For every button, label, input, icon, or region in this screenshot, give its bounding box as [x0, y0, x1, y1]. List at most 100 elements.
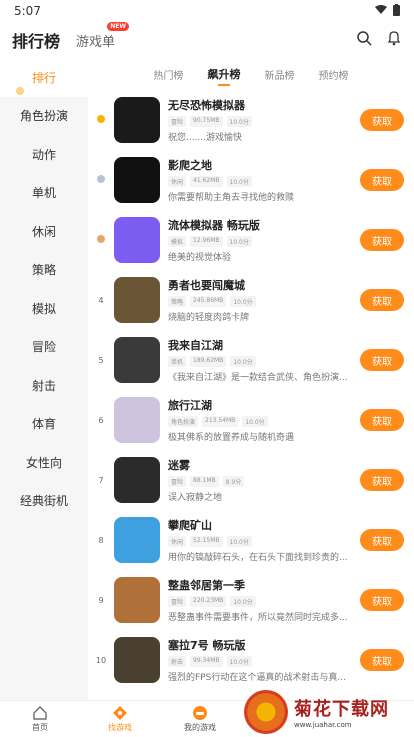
- game-row[interactable]: 4 勇者也要闯魔城 策略 245.86MB 10.0分 烧脑的轻度肉鸽卡牌 获取: [88, 270, 414, 330]
- game-info: 塞拉7号 畅玩版 射击 99.34MB 10.0分 强烈的FPS行动在这个逼真的战术射击…: [168, 637, 352, 683]
- game-row[interactable]: 10 塞拉7号 畅玩版 射击 99.34MB 10.0分 强烈的FPS行动在这个逼真的战术…: [88, 630, 414, 690]
- get-button[interactable]: 获取: [360, 469, 404, 491]
- game-description: 绝美的视觉体验: [168, 253, 232, 263]
- game-icon[interactable]: [114, 397, 160, 443]
- tab-reserve[interactable]: 预约榜: [319, 67, 349, 82]
- game-row[interactable]: 9 整蛊邻居第一季 冒险 220.23MB 10.0分 恶整蛊事件需要事件，所以竟然同时完…: [88, 570, 414, 630]
- get-button[interactable]: 获取: [360, 649, 404, 671]
- sidebar-item-female[interactable]: 女性向: [0, 443, 88, 482]
- header-actions: [356, 30, 402, 50]
- meta-tag: 角色扮演: [168, 416, 199, 427]
- get-button[interactable]: 获取: [360, 169, 404, 191]
- game-icon[interactable]: [114, 157, 160, 203]
- game-icon[interactable]: [114, 277, 160, 323]
- ranking-subtabs: 热门榜 飙升榜 新品榜 预约榜: [88, 58, 414, 90]
- meta-tag: 245.86MB: [190, 296, 227, 307]
- meta-tag: 冒险: [168, 596, 187, 607]
- sidebar-item-simulation[interactable]: 模拟: [0, 289, 88, 328]
- game-icon[interactable]: [114, 457, 160, 503]
- status-icons: [375, 3, 400, 19]
- meta-tag: 10.0分: [226, 236, 252, 247]
- meta-tag: 射击: [168, 656, 187, 667]
- get-button[interactable]: 获取: [360, 289, 404, 311]
- meta-tag: 策略: [168, 296, 187, 307]
- game-meta: 角色扮演 213.54MB 10.0分: [168, 416, 352, 427]
- get-button[interactable]: 获取: [360, 349, 404, 371]
- tab-hot[interactable]: 热门榜: [154, 67, 184, 82]
- sidebar-item-label: 动作: [31, 147, 56, 162]
- game-row[interactable]: 流体模拟器 畅玩版 模拟 12.96MB 10.0分 绝美的视觉体验 获取: [88, 210, 414, 270]
- meta-tag: 99.34MB: [190, 656, 223, 667]
- get-button[interactable]: 获取: [360, 589, 404, 611]
- rank-number: 9: [98, 595, 104, 605]
- meta-tag: 10.0分: [230, 296, 256, 307]
- game-info: 迷雾 冒险 88.1MB 8.9分 误入寂静之地: [168, 457, 352, 503]
- game-icon[interactable]: [114, 637, 160, 683]
- sidebar-item-sports[interactable]: 体育: [0, 405, 88, 444]
- nav-home-label: 首页: [32, 723, 48, 732]
- watermark-url: www.juahar.com: [294, 721, 352, 729]
- tab-rising[interactable]: 飙升榜: [208, 66, 241, 82]
- tab-game-list[interactable]: 游戏单 NEW: [76, 21, 130, 50]
- nav-find-games[interactable]: 找游戏: [80, 701, 160, 737]
- sidebar-item-strategy[interactable]: 策略: [0, 251, 88, 290]
- game-row[interactable]: 8 攀爬矿山 休闲 52.15MB 10.0分 用你的镐敲碎石头，在石头下面找到珍贵的..…: [88, 510, 414, 570]
- game-description: 强烈的FPS行动在这个逼真的战术射击与真...: [168, 673, 346, 683]
- game-row[interactable]: 6 旅行江湖 角色扮演 213.54MB 10.0分 极其佛系的放置养成与随机奇遇 获取: [88, 390, 414, 450]
- game-title: 流体模拟器 畅玩版: [168, 219, 260, 232]
- sidebar-item-arcade[interactable]: 经典街机: [0, 482, 88, 521]
- game-row[interactable]: 影爬之地 休闲 41.62MB 10.0分 你需要帮助主角去寻找他的救赎 获取: [88, 150, 414, 210]
- sidebar-item-ranking[interactable]: 排行: [0, 58, 88, 97]
- rank-number: 7: [98, 475, 104, 485]
- meta-tag: 10.0分: [226, 176, 252, 187]
- game-icon[interactable]: [114, 217, 160, 263]
- meta-tag: 10.0分: [226, 656, 252, 667]
- get-button[interactable]: 获取: [360, 409, 404, 431]
- game-info: 勇者也要闯魔城 策略 245.86MB 10.0分 烧脑的轻度肉鸽卡牌: [168, 277, 352, 323]
- game-icon[interactable]: [114, 577, 160, 623]
- game-icon[interactable]: [114, 337, 160, 383]
- rank-number: 10: [95, 655, 107, 665]
- sidebar-item-single[interactable]: 单机: [0, 174, 88, 213]
- sidebar-item-casual[interactable]: 休闲: [0, 212, 88, 251]
- game-description: 极其佛系的放置养成与随机奇遇: [168, 433, 295, 443]
- meta-tag: 8.9分: [222, 476, 245, 487]
- game-icon[interactable]: [114, 97, 160, 143]
- game-row[interactable]: 7 迷雾 冒险 88.1MB 8.9分 误入寂静之地 获取: [88, 450, 414, 510]
- rank-number: 5: [98, 355, 104, 365]
- tab-new[interactable]: 新品榜: [265, 67, 295, 82]
- rank-number: [88, 115, 114, 125]
- sidebar-item-rpg[interactable]: 角色扮演: [0, 97, 88, 136]
- nav-home[interactable]: 首页: [0, 701, 80, 737]
- sidebar-item-shooter[interactable]: 射击: [0, 366, 88, 405]
- game-info: 整蛊邻居第一季 冒险 220.23MB 10.0分 恶整蛊事件需要事件，所以竟然同时完成…: [168, 577, 352, 623]
- game-row[interactable]: 5 我来自江湖 单机 189.62MB 10.0分 《我来自江湖》是一款结合武侠、角色扮演…: [88, 330, 414, 390]
- rank-number: 6: [98, 415, 104, 425]
- game-title: 塞拉7号 畅玩版: [168, 639, 246, 652]
- sidebar-item-action[interactable]: 动作: [0, 135, 88, 174]
- page-title: 排行榜: [12, 32, 61, 51]
- meta-tag: 52.15MB: [190, 536, 223, 547]
- tab-game-list-label: 游戏单: [76, 34, 116, 50]
- game-meta: 休闲 41.62MB 10.0分: [168, 176, 352, 187]
- get-button[interactable]: 获取: [360, 529, 404, 551]
- search-icon[interactable]: [356, 30, 372, 50]
- meta-tag: 41.62MB: [190, 176, 223, 187]
- nav-my-games[interactable]: 我的游戏: [160, 701, 240, 737]
- game-meta: 冒险 220.23MB 10.0分: [168, 596, 352, 607]
- compass-icon: [113, 706, 127, 720]
- game-info: 无尽恐怖模拟器 冒险 90.75MB 10.0分 祝您.......游戏愉快: [168, 97, 352, 143]
- sidebar-item-adventure[interactable]: 冒险: [0, 328, 88, 367]
- game-description: 《我来自江湖》是一款结合武侠、角色扮演...: [168, 373, 348, 383]
- game-icon[interactable]: [114, 517, 160, 563]
- sidebar-item-label: 冒险: [31, 340, 56, 355]
- game-meta: 射击 99.34MB 10.0分: [168, 656, 352, 667]
- sidebar-item-label: 体育: [31, 417, 56, 432]
- get-button[interactable]: 获取: [360, 229, 404, 251]
- get-button[interactable]: 获取: [360, 109, 404, 131]
- game-row[interactable]: 无尽恐怖模拟器 冒险 90.75MB 10.0分 祝您.......游戏愉快 获取: [88, 90, 414, 150]
- battery-icon: [393, 3, 400, 19]
- bell-icon[interactable]: [386, 30, 402, 50]
- status-bar: 5:07: [0, 0, 414, 22]
- rank-number: 8: [98, 535, 104, 545]
